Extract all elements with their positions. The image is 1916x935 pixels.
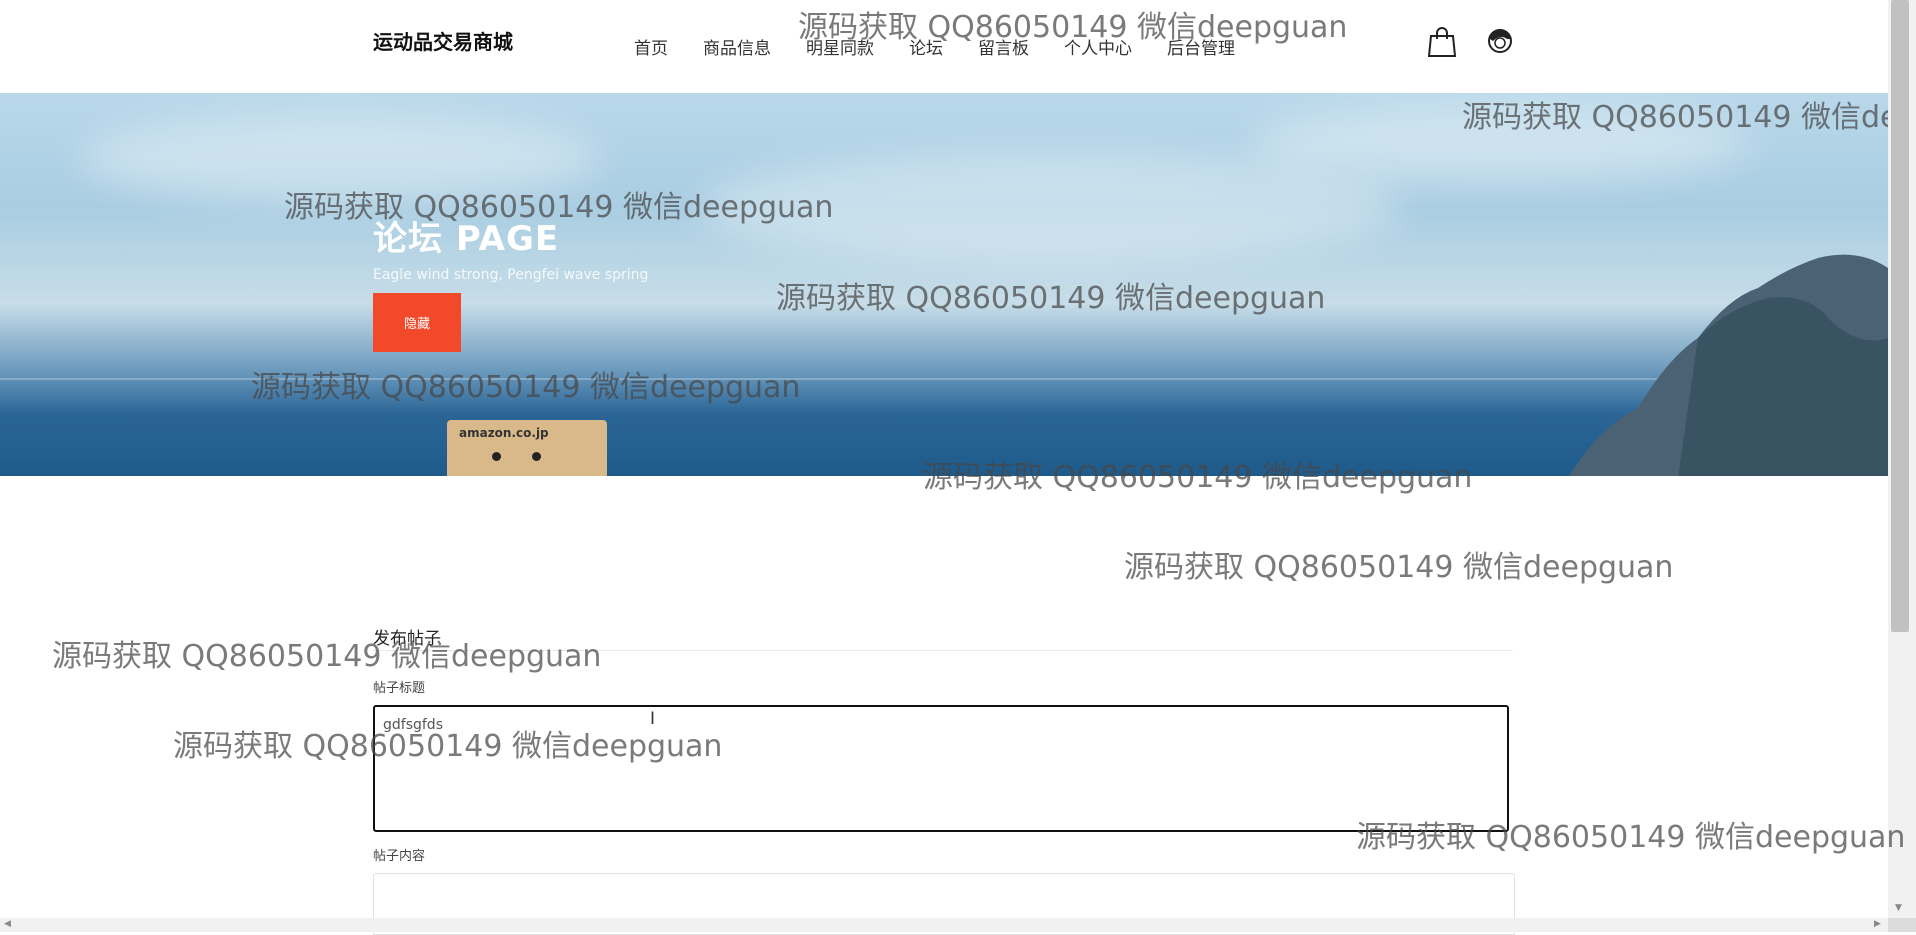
hide-button[interactable]: 隐藏 [373, 293, 461, 352]
scroll-left-icon[interactable]: ◀ [4, 919, 11, 929]
main-nav: 首页 商品信息 明星同款 论坛 留言板 个人中心 后台管理 [634, 34, 1270, 59]
shopping-bag-icon[interactable] [1428, 27, 1456, 57]
box-label: amazon.co.jp [459, 426, 549, 440]
banner-title: 论坛 PAGE [373, 219, 560, 259]
cloud-shape [700, 153, 1400, 263]
top-header: 运动品交易商城 首页 商品信息 明星同款 论坛 留言板 个人中心 后台管理 [0, 0, 1888, 93]
nav-item-products[interactable]: 商品信息 [703, 34, 771, 59]
post-title-input[interactable]: gdfsgfds [373, 705, 1509, 832]
horizontal-scrollbar[interactable]: ◀ ▶ [0, 918, 1888, 932]
nav-item-forum[interactable]: 论坛 [909, 34, 943, 59]
nav-item-admin[interactable]: 后台管理 [1167, 34, 1235, 59]
scrollbar-corner [1888, 918, 1916, 932]
scrollbar-thumb[interactable] [1891, 0, 1909, 632]
scroll-right-icon[interactable]: ▶ [1874, 919, 1881, 929]
cloud-shape [80, 113, 600, 203]
watermark-text: 源码获取 QQ86050149 微信deepguan [52, 639, 602, 674]
title-label: 帖子标题 [373, 681, 426, 696]
cloud-shape [1250, 103, 1750, 183]
banner-subtitle: Eagle wind strong, Pengfei wave spring [373, 267, 649, 283]
text-cursor-icon: I [650, 709, 656, 729]
vertical-scrollbar[interactable]: ▼ [1888, 0, 1916, 918]
nav-item-messages[interactable]: 留言板 [978, 34, 1029, 59]
scroll-down-icon[interactable]: ▼ [1895, 903, 1902, 913]
box-eye [492, 452, 501, 461]
mountain-image [1569, 254, 1888, 476]
nav-item-home[interactable]: 首页 [634, 34, 668, 59]
site-title[interactable]: 运动品交易商城 [373, 26, 513, 55]
content-label: 帖子内容 [373, 849, 426, 864]
watermark-text: 源码获取 QQ86050149 微信deepguan [1124, 550, 1674, 585]
heading-divider [373, 650, 1513, 651]
cardboard-box-image: amazon.co.jp [447, 420, 607, 476]
user-avatar-icon[interactable] [1487, 28, 1513, 54]
nav-item-celebrity[interactable]: 明星同款 [806, 34, 874, 59]
hero-banner: amazon.co.jp 论坛 PAGE Eagle wind strong, … [0, 93, 1888, 476]
box-eye [532, 452, 541, 461]
nav-item-profile[interactable]: 个人中心 [1064, 34, 1132, 59]
form-heading: 发布帖子 [373, 629, 441, 649]
